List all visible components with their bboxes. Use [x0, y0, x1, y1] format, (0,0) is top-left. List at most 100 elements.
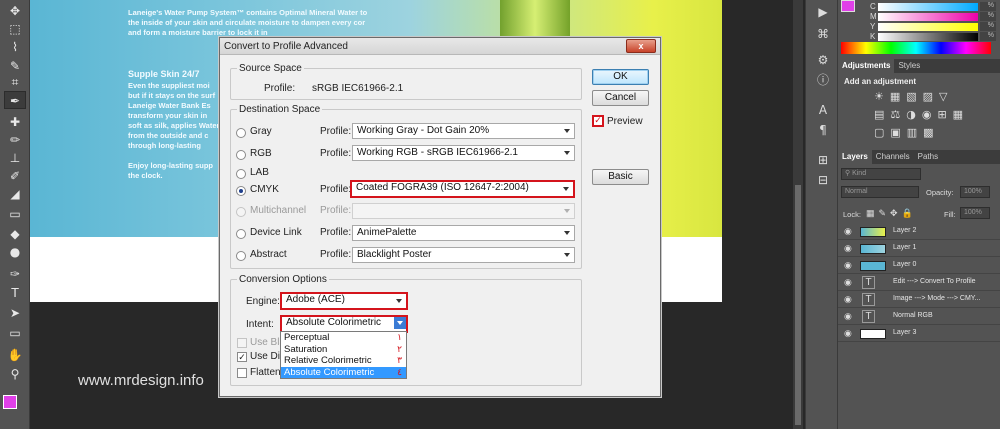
radio-abstract[interactable]	[236, 251, 246, 261]
brush-tool-icon[interactable]: ✏	[4, 131, 26, 149]
pen-tool-icon[interactable]: ✑	[4, 265, 26, 283]
flatten-checkbox[interactable]	[237, 368, 247, 378]
adjustment-icons-row-3[interactable]: ▢▣▥▩	[874, 126, 940, 139]
layer-row[interactable]: ◉ T Normal RGB	[838, 309, 1000, 325]
foreground-color-swatch[interactable]	[3, 395, 17, 409]
chevron-down-icon	[563, 187, 569, 191]
yellow-value[interactable]: %	[980, 22, 996, 31]
cancel-button[interactable]: Cancel	[592, 90, 649, 106]
multichannel-profile-select[interactable]	[352, 203, 575, 219]
intent-dropdown-button[interactable]	[394, 317, 406, 329]
radio-gray[interactable]	[236, 128, 246, 138]
lock-icons[interactable]: ▦✎✥🔒	[866, 208, 917, 219]
dialog-titlebar[interactable]: Convert to Profile Advanced x	[220, 38, 660, 55]
engine-select[interactable]: Adobe (ACE)	[280, 292, 408, 310]
ok-button[interactable]: OK	[592, 69, 649, 85]
eye-icon[interactable]: ◉	[844, 311, 852, 322]
move-tool-icon[interactable]: ✥	[4, 2, 26, 20]
chevron-down-icon	[564, 231, 570, 235]
cyan-slider[interactable]	[878, 3, 978, 11]
crop-tool-icon[interactable]: ⌗	[4, 73, 26, 91]
opacity-input[interactable]: 100%	[960, 186, 990, 198]
device-link-profile-select[interactable]: AnimePalette	[352, 225, 575, 241]
tab-styles[interactable]: Styles	[894, 59, 924, 73]
properties-icon[interactable]: ⚙	[814, 52, 832, 68]
eye-icon[interactable]: ◉	[844, 328, 852, 339]
blend-mode-select[interactable]: Normal	[841, 186, 919, 198]
adjustment-icons-row-2[interactable]: ▤⚖◑◉⊞▦	[874, 108, 969, 121]
radio-cmyk[interactable]	[236, 186, 246, 196]
cmyk-profile-select[interactable]: Coated FOGRA39 (ISO 12647-2:2004)	[350, 180, 575, 198]
type-tool-icon[interactable]: T	[4, 284, 26, 302]
layer-row[interactable]: ◉ T Image ---> Mode ---> CMY...	[838, 292, 1000, 308]
black-slider[interactable]	[878, 33, 978, 41]
eyedropper-tool-icon[interactable]: ✒	[4, 91, 26, 109]
tool-presets-icon[interactable]: ⊞	[814, 152, 832, 168]
text-layer-icon: T	[862, 276, 875, 289]
hand-tool-icon[interactable]: ✋	[4, 346, 26, 364]
history-icon[interactable]: ⌘	[814, 26, 832, 42]
color-panel-swatch[interactable]	[841, 0, 855, 12]
gray-profile-select[interactable]: Working Gray - Dot Gain 20%	[352, 123, 575, 139]
eye-icon[interactable]: ◉	[844, 277, 852, 288]
yellow-slider[interactable]	[878, 23, 978, 31]
fill-input[interactable]: 100%	[960, 207, 990, 219]
character-icon[interactable]: A	[814, 102, 832, 118]
preview-checkbox[interactable]: ✓	[592, 115, 604, 127]
intent-option-saturation[interactable]: Saturation ٢	[281, 344, 406, 356]
radio-multichannel[interactable]	[236, 207, 246, 217]
magenta-slider[interactable]	[878, 13, 978, 21]
blur-tool-icon[interactable]: ◆	[4, 225, 26, 243]
basic-button[interactable]: Basic	[592, 169, 649, 185]
paragraph-icon[interactable]: ¶	[814, 122, 832, 138]
canvas-scrollbar[interactable]	[793, 0, 803, 429]
eye-icon[interactable]: ◉	[844, 260, 852, 271]
layer-row[interactable]: ◉ T Edit ---> Convert To Profile	[838, 275, 1000, 291]
tab-paths[interactable]: Paths	[914, 150, 942, 164]
color-spectrum[interactable]	[841, 42, 991, 54]
layer-row[interactable]: ◉ Layer 3	[838, 326, 1000, 342]
shape-tool-icon[interactable]: ▭	[4, 324, 26, 342]
brush-presets-icon[interactable]: ⊟	[814, 172, 832, 188]
layer-filter-select[interactable]: ⚲ Kind	[841, 168, 921, 180]
intent-option-absolute[interactable]: Absolute Colorimetric ٤	[281, 366, 406, 378]
rgb-profile-select[interactable]: Working RGB - sRGB IEC61966-2.1	[352, 145, 575, 161]
scrollbar-thumb[interactable]	[795, 185, 801, 425]
gradient-tool-icon[interactable]: ▭	[4, 205, 26, 223]
dodge-tool-icon[interactable]: ●	[4, 243, 26, 261]
eraser-tool-icon[interactable]: ◢	[4, 185, 26, 203]
layer-row[interactable]: ◉ Layer 2	[838, 224, 1000, 240]
intent-option-perceptual[interactable]: Perceptual ١	[281, 332, 406, 344]
lasso-tool-icon[interactable]: ⌇	[4, 38, 26, 56]
info-icon[interactable]: ⓘ	[814, 72, 832, 88]
healing-tool-icon[interactable]: ✚	[4, 113, 26, 131]
collapse-icon[interactable]: ▶	[814, 4, 832, 20]
black-value[interactable]: %	[980, 32, 996, 41]
panel-dock: ▶ ⌘ ⚙ ⓘ A ¶ ⊞ ⊟	[805, 0, 838, 429]
history-brush-tool-icon[interactable]: ✐	[4, 167, 26, 185]
path-select-tool-icon[interactable]: ➤	[4, 304, 26, 322]
radio-lab[interactable]	[236, 169, 246, 179]
use-black-point-checkbox[interactable]	[237, 338, 247, 348]
tab-layers[interactable]: Layers	[838, 150, 872, 164]
radio-rgb[interactable]	[236, 150, 246, 160]
eye-icon[interactable]: ◉	[844, 243, 852, 254]
tab-channels[interactable]: Channels	[872, 150, 914, 164]
close-button[interactable]: x	[626, 39, 656, 53]
intent-option-relative[interactable]: Relative Colorimetric ٣	[281, 355, 406, 367]
stamp-tool-icon[interactable]: ⊥	[4, 149, 26, 167]
cyan-value[interactable]: %	[980, 2, 996, 11]
zoom-tool-icon[interactable]: ⚲	[4, 365, 26, 383]
magenta-value[interactable]: %	[980, 12, 996, 21]
eye-icon[interactable]: ◉	[844, 226, 852, 237]
marquee-tool-icon[interactable]: ⬚	[4, 20, 26, 38]
layer-row[interactable]: ◉ Layer 1	[838, 241, 1000, 257]
eye-icon[interactable]: ◉	[844, 294, 852, 305]
adjustment-icons-row-1[interactable]: ☀▦▧▨▽	[874, 90, 954, 103]
layer-row[interactable]: ◉ Layer 0	[838, 258, 1000, 274]
radio-device-link[interactable]	[236, 229, 246, 239]
tab-adjustments[interactable]: Adjustments	[838, 59, 895, 73]
abstract-profile-select[interactable]: Blacklight Poster	[352, 247, 575, 263]
option-label: Relative Colorimetric	[284, 355, 372, 366]
use-dither-checkbox[interactable]: ✓	[237, 352, 247, 362]
